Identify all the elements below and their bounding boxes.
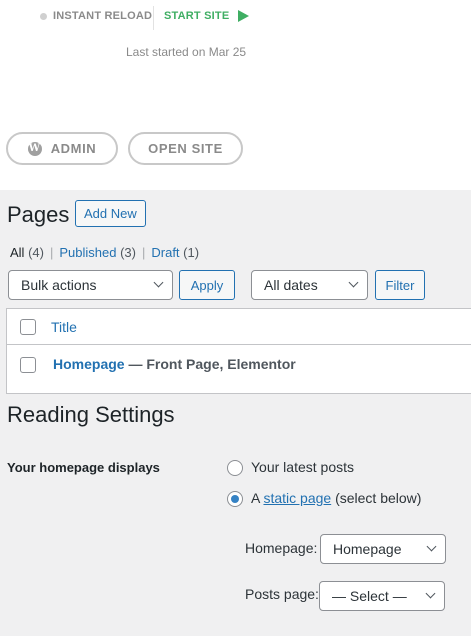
homepage-select-label: Homepage:: [245, 540, 318, 556]
latest-posts-radio[interactable]: [227, 460, 243, 476]
bulk-actions-value: Bulk actions: [21, 277, 97, 293]
static-page-prefix: A: [251, 490, 264, 506]
page-title: Pages: [7, 202, 70, 227]
filter-separator: |: [49, 245, 54, 260]
open-site-button[interactable]: OPEN SITE: [128, 132, 243, 165]
chevron-down-icon: [426, 541, 437, 552]
last-started-text: Last started on Mar 25: [126, 45, 247, 59]
filter-all-count: (4): [28, 245, 44, 260]
homepage-displays-label: Your homepage displays: [7, 460, 160, 475]
posts-page-select-label: Posts page:: [245, 586, 319, 602]
bulk-actions-select[interactable]: Bulk actions: [8, 270, 173, 300]
instant-reload-label: INSTANT RELOAD: [53, 10, 153, 22]
posts-page-select-value: — Select —: [332, 588, 407, 604]
static-page-link[interactable]: static page: [263, 490, 331, 506]
static-page-suffix: (select below): [331, 490, 422, 506]
play-icon: [238, 10, 250, 22]
homepage-select[interactable]: Homepage: [320, 534, 446, 564]
posts-page-select[interactable]: — Select —: [319, 581, 445, 611]
table-row: Homepage — Front Page, Elementor: [7, 345, 471, 385]
admin-button-label: ADMIN: [50, 141, 97, 156]
filter-draft-count: (1): [183, 245, 200, 260]
filter-all[interactable]: All: [10, 245, 24, 260]
local-site-panel: INSTANT RELOAD START SITE Last started o…: [0, 0, 471, 190]
static-page-label[interactable]: A static page (select below): [251, 490, 421, 506]
admin-button[interactable]: W ADMIN: [6, 132, 118, 165]
row-checkbox[interactable]: [20, 357, 36, 373]
filter-published-count: (3): [120, 245, 136, 260]
filter-published[interactable]: Published: [59, 245, 116, 260]
divider: [153, 6, 154, 30]
start-site-label: START SITE: [164, 10, 230, 22]
filter-draft[interactable]: Draft: [151, 245, 179, 260]
apply-button[interactable]: Apply: [179, 270, 235, 300]
dates-value: All dates: [264, 277, 318, 293]
filter-button[interactable]: Filter: [375, 270, 425, 300]
pages-panel: Pages Add New All (4) | Published (3) | Draf…: [0, 190, 471, 394]
row-title-cell: Homepage — Front Page, Elementor: [53, 356, 296, 372]
filter-separator: |: [141, 245, 146, 260]
table-header: Title: [7, 309, 471, 345]
start-site-button[interactable]: START SITE: [164, 10, 250, 22]
status-filters: All (4) | Published (3) | Draft (1): [10, 245, 199, 260]
static-page-radio[interactable]: [227, 491, 243, 507]
chevron-down-icon: [425, 588, 436, 599]
wordpress-icon: W: [27, 141, 42, 156]
pages-table: Title Homepage — Front Page, Elementor: [6, 308, 471, 394]
latest-posts-label[interactable]: Your latest posts: [251, 459, 354, 475]
row-post-states: — Front Page, Elementor: [124, 356, 296, 372]
status-dot-icon: [40, 12, 47, 20]
dates-select[interactable]: All dates: [251, 270, 368, 300]
homepage-select-value: Homepage: [333, 541, 402, 557]
open-site-button-label: OPEN SITE: [148, 141, 223, 156]
reading-settings-title: Reading Settings: [7, 402, 175, 427]
row-title-link[interactable]: Homepage: [53, 356, 125, 372]
chevron-down-icon: [348, 277, 359, 288]
column-title[interactable]: Title: [51, 319, 77, 335]
chevron-down-icon: [153, 277, 164, 288]
instant-reload-toggle[interactable]: INSTANT RELOAD: [40, 10, 152, 22]
select-all-checkbox[interactable]: [20, 319, 36, 335]
add-new-button[interactable]: Add New: [75, 200, 146, 227]
reading-settings-panel: Reading Settings Your homepage displays …: [0, 394, 471, 636]
